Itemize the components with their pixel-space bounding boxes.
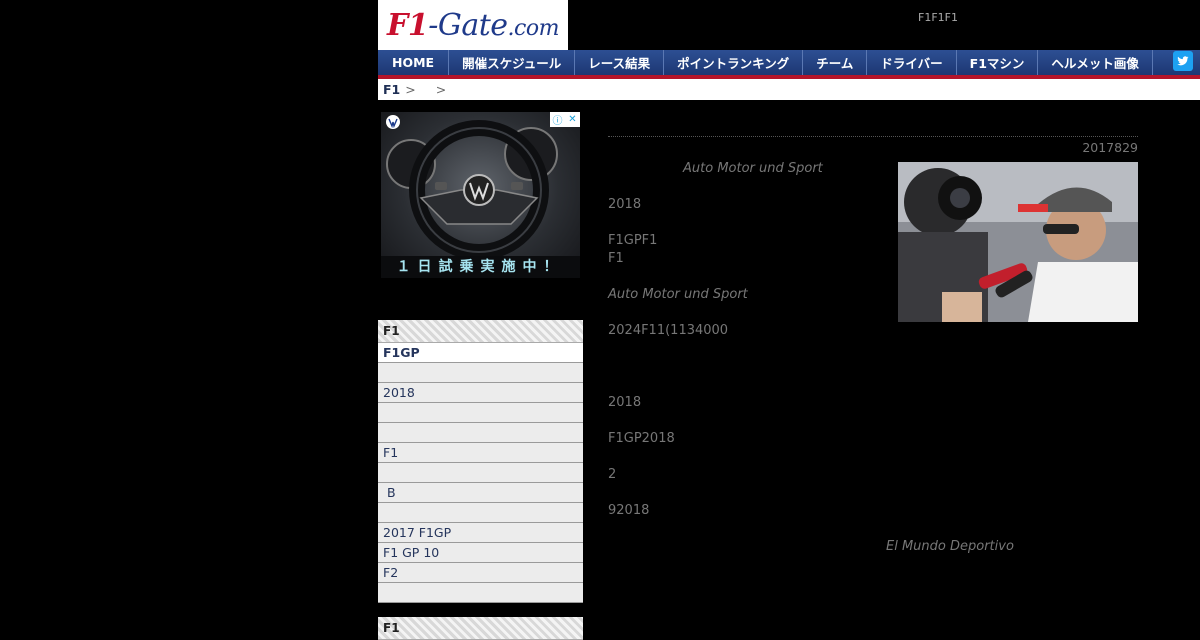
twitter-bird-icon [1173, 50, 1193, 75]
nav-race-results[interactable]: レース結果 [575, 50, 665, 75]
article-paragraph: 92018 [608, 503, 650, 518]
article-paragraph: 2018 [608, 395, 642, 410]
article-source: Auto Motor und Sport [683, 161, 823, 176]
sidebar-item[interactable]: F1 GP 10 [378, 543, 583, 563]
sidebar-item[interactable] [378, 403, 583, 423]
twitter-link[interactable] [1166, 50, 1200, 75]
nav-point-ranking[interactable]: ポイントランキング [664, 50, 804, 75]
article-date: 2017829 [1082, 140, 1138, 155]
advertisement-banner[interactable]: １日試乗実施中！ ⓘ ✕ [381, 112, 580, 278]
article-source: Auto Motor und Sport [608, 287, 748, 302]
nav-teams[interactable]: チーム [803, 50, 868, 75]
breadcrumb-home-link[interactable]: F1 [383, 82, 400, 97]
sidebar-menu-2: F1 [378, 617, 583, 640]
info-icon[interactable]: ⓘ [550, 112, 565, 127]
article-source: El Mundo Deportivo [886, 539, 1014, 554]
article-paragraph: F1 [608, 251, 624, 266]
sidebar-heading: F1 [378, 320, 583, 343]
sidebar-item[interactable] [378, 463, 583, 483]
press-interview-image [898, 162, 1138, 322]
steering-wheel-image [386, 115, 558, 260]
breadcrumb: F1 > > [378, 79, 1200, 100]
sidebar-menu: F1 F1GP 2018 F1 B 2017 F1GP F1 GP 10 F2 [378, 320, 583, 603]
sidebar-item[interactable] [378, 583, 583, 603]
main-nav: HOME 開催スケジュール レース結果 ポイントランキング チーム ドライバー … [378, 50, 1200, 79]
sidebar-item[interactable]: F2 [378, 563, 583, 583]
sidebar-item[interactable]: F1 [378, 443, 583, 463]
article-paragraph: 2018 [608, 197, 642, 212]
sidebar-item[interactable] [378, 423, 583, 443]
sidebar-item[interactable] [378, 363, 583, 383]
article-paragraph: F1GP2018 [608, 431, 675, 446]
nav-helmet-images[interactable]: ヘルメット画像 [1038, 50, 1153, 75]
article-paragraph: 2 [608, 467, 617, 482]
nav-home[interactable]: HOME [378, 50, 450, 75]
breadcrumb-separator: > [405, 82, 416, 97]
site-logo[interactable]: F1-Gate.com [378, 0, 568, 50]
sidebar-item[interactable] [378, 503, 583, 523]
sidebar-item[interactable]: B [378, 483, 583, 503]
nav-f1-machines[interactable]: F1マシン [957, 50, 1039, 75]
nav-schedule[interactable]: 開催スケジュール [449, 50, 576, 75]
sidebar-item[interactable]: 2017 F1GP [378, 523, 583, 543]
sidebar-item[interactable]: 2018 [378, 383, 583, 403]
breadcrumb-separator: > [435, 82, 447, 97]
nav-drivers[interactable]: ドライバー [867, 50, 957, 75]
article-photo [898, 162, 1138, 322]
site-tagline: F1F1F1 [918, 11, 958, 24]
ad-choices[interactable]: ⓘ ✕ [550, 112, 580, 127]
sidebar-heading: F1 [378, 617, 583, 640]
logo-text: F1-Gate.com [387, 7, 559, 43]
sidebar-item[interactable]: F1GP [378, 343, 583, 363]
article-divider [608, 136, 1138, 137]
article-paragraph: 2024F11(1134000 [608, 323, 729, 338]
close-icon[interactable]: ✕ [565, 114, 580, 125]
ad-caption: １日試乗実施中！ [381, 256, 580, 278]
article-paragraph: F1GPF1 [608, 233, 658, 248]
